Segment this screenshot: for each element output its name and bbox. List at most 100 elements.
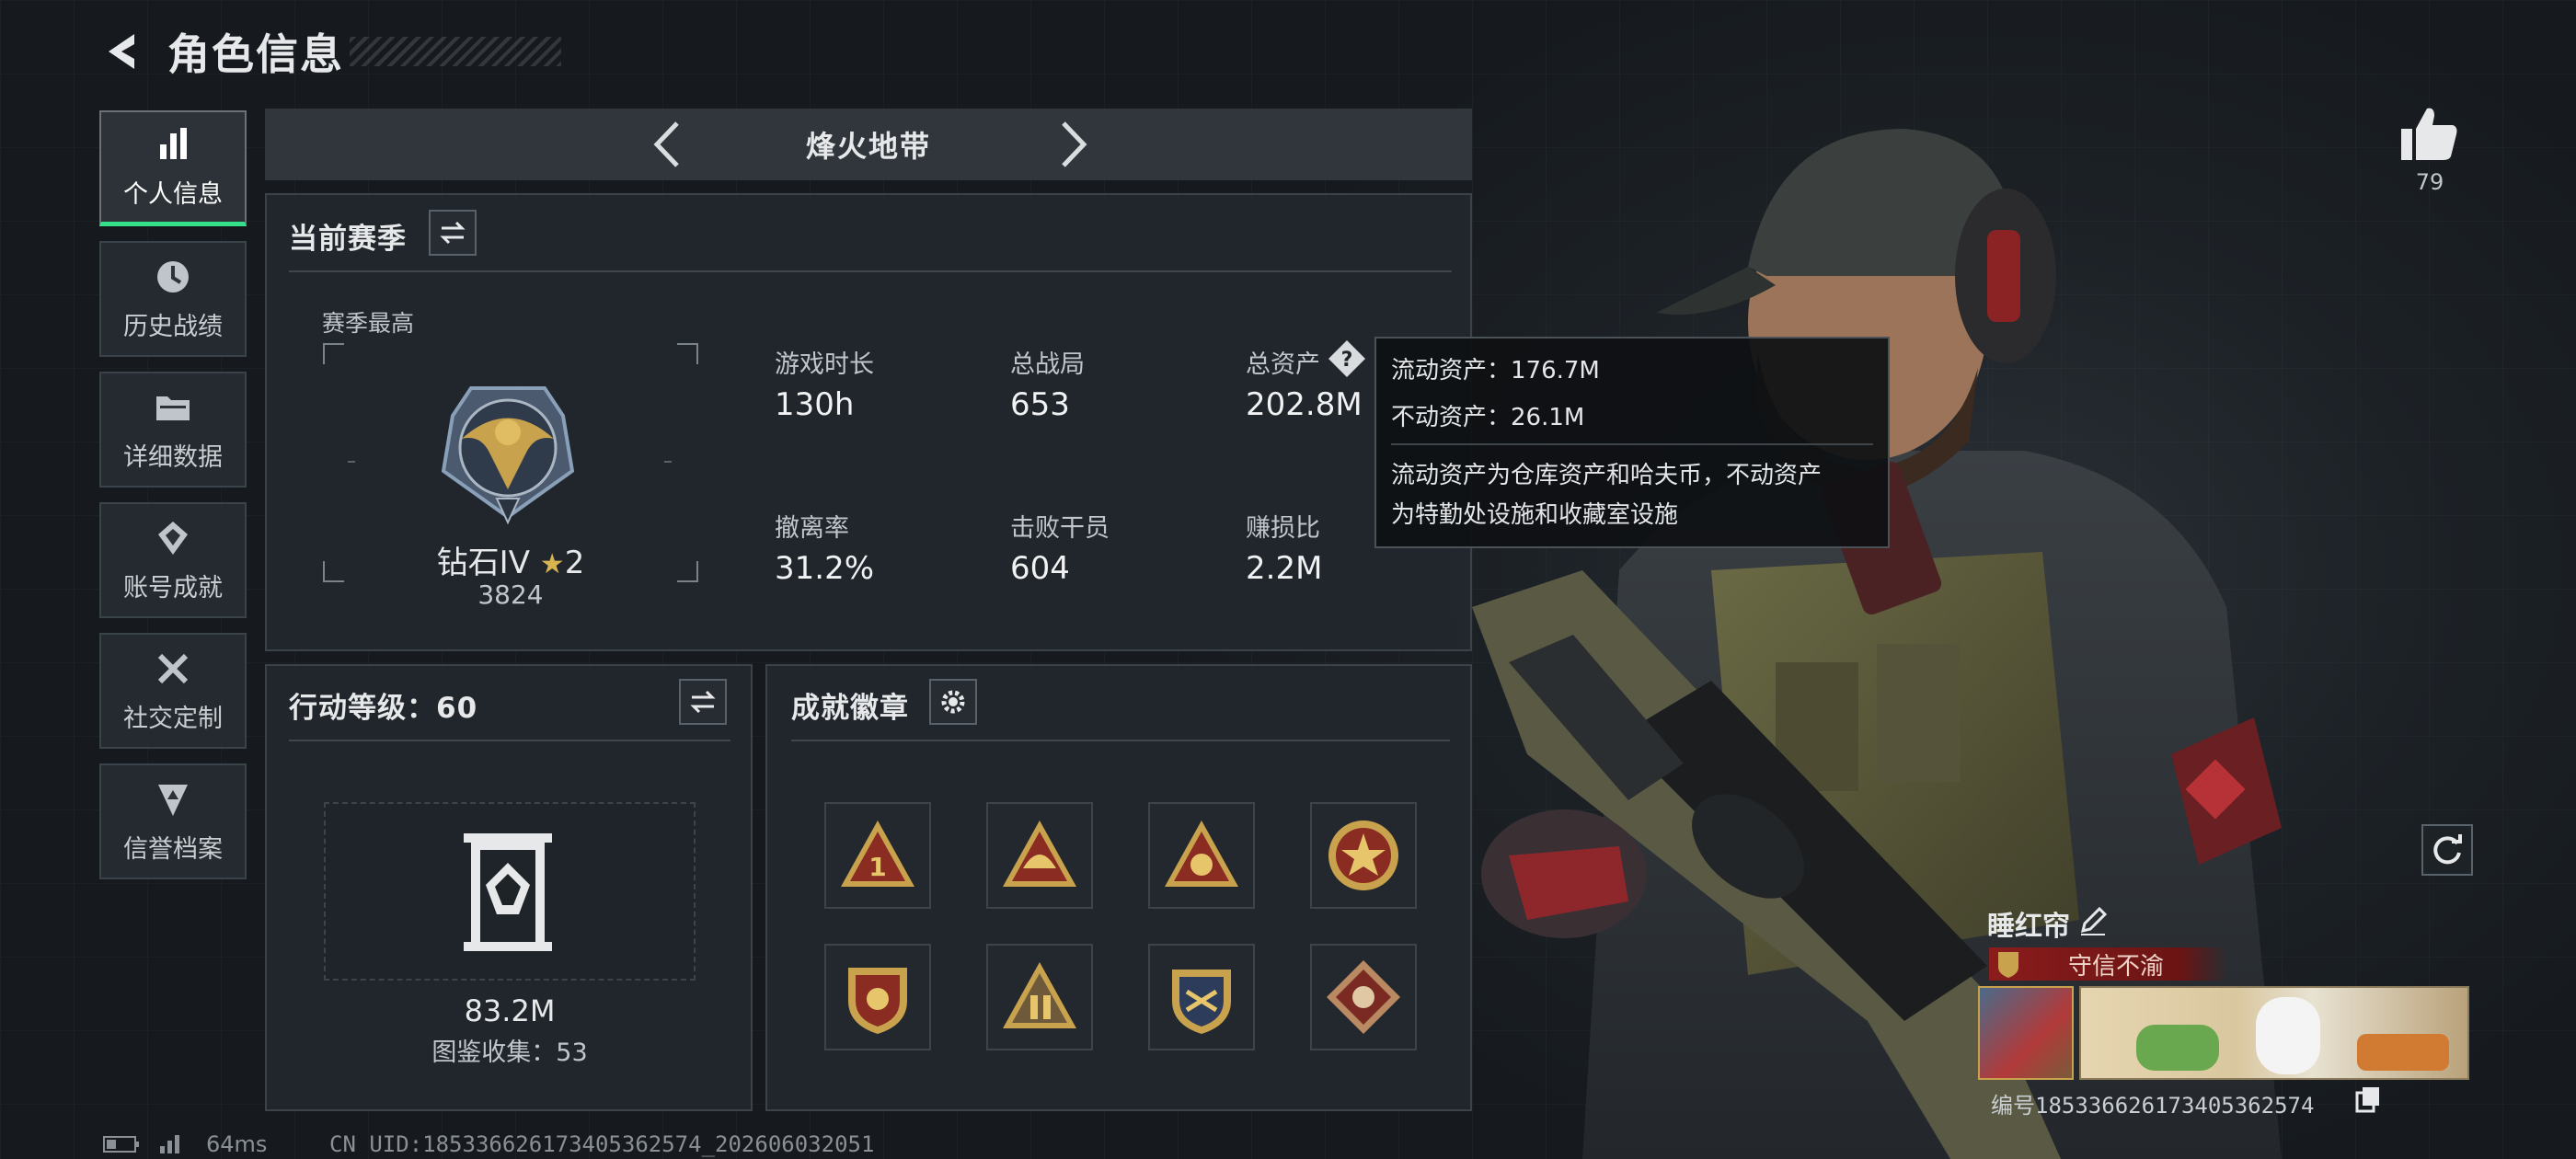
bar-chart-icon: [160, 128, 187, 159]
rank-name: 钻石IV: [436, 545, 530, 581]
sidebar-item-detailed-data[interactable]: 详细数据: [99, 372, 247, 488]
stat-value-playtime: 130h: [775, 386, 855, 423]
title-badge-text: 守信不渝: [2068, 952, 2165, 981]
tooltip-desc-line2: 为特勤处设施和收藏室设施: [1391, 501, 1679, 529]
divider: [289, 270, 1452, 272]
action-level-switch-button[interactable]: [679, 679, 727, 725]
profile-banner[interactable]: [2079, 986, 2469, 1080]
achievements-title: 成就徽章: [791, 692, 909, 725]
sidebar-item-history[interactable]: 历史战绩: [99, 241, 247, 357]
swap-icon: [690, 690, 716, 714]
stat-label-profit-ratio: 赚损比: [1246, 514, 1320, 543]
header: 角色信息: [101, 18, 344, 85]
sidebar-item-credit[interactable]: 信誉档案: [99, 763, 247, 879]
swap-icon: [440, 221, 466, 245]
title-decoration: [350, 37, 561, 66]
copy-icon[interactable]: [2355, 1085, 2381, 1113]
badge-crest-icon: [1172, 970, 1231, 1034]
achievement-badge-3[interactable]: [1148, 802, 1255, 909]
tools-icon: [157, 653, 189, 683]
chevron-right-icon[interactable]: [1047, 118, 1098, 171]
achievement-badge-5[interactable]: [824, 944, 931, 1050]
sidebar-item-label: 历史战绩: [123, 312, 223, 341]
sidebar-item-label: 账号成就: [123, 573, 223, 602]
achievement-badge-8[interactable]: [1310, 944, 1417, 1050]
divider: [791, 740, 1450, 741]
rank-stars: 2: [564, 545, 585, 581]
stat-value-extraction-rate: 31.2%: [775, 550, 875, 587]
title-badge: 守信不渝: [1989, 947, 2228, 981]
battery-icon: [103, 1136, 139, 1153]
edit-pencil-icon[interactable]: [2077, 905, 2109, 936]
achievement-badge-4[interactable]: [1310, 802, 1417, 909]
gear-icon: [941, 690, 965, 714]
achievement-badge-7[interactable]: [1148, 944, 1255, 1050]
folder-icon: [156, 396, 190, 420]
collection-cabinet-icon: [464, 833, 552, 951]
thumbs-up-icon[interactable]: [2399, 105, 2460, 162]
badge-soldiers-icon: [1003, 962, 1076, 1028]
season-best-label: 赛季最高: [322, 310, 415, 337]
achievements-settings-button[interactable]: [929, 679, 977, 725]
rank-name-row: 钻石IV ★2: [322, 537, 699, 582]
tooltip-liquid-assets: 流动资产：176.7M: [1391, 357, 1600, 384]
stat-label-kills: 击败干员: [1010, 514, 1110, 543]
back-arrow-icon[interactable]: [101, 29, 147, 75]
svg-text:1: 1: [868, 852, 886, 882]
tooltip-divider: [1391, 443, 1873, 445]
divider: [289, 740, 730, 741]
stat-value-total-assets: 202.8M: [1246, 386, 1363, 423]
sidebar-item-social[interactable]: 社交定制: [99, 633, 247, 749]
credit-shield-icon: [158, 784, 188, 816]
badge-diamond-icon: [1327, 960, 1400, 1034]
mode-title: 烽火地带: [805, 129, 931, 164]
stat-label-playtime: 游戏时长: [775, 350, 874, 379]
season-switch-button[interactable]: [429, 210, 477, 256]
uid-text: CN UID:18533662617340536257​4_2026060320…: [329, 1131, 875, 1157]
sidebar-item-label: 详细数据: [123, 442, 223, 472]
stat-label-total-matches: 总战局: [1010, 350, 1085, 379]
badge-helmet-icon: [1003, 820, 1076, 887]
page-title: 角色信息: [167, 29, 344, 79]
season-title: 当前赛季: [289, 223, 407, 256]
achievement-badge-2[interactable]: [986, 802, 1093, 909]
mode-selector: 烽火地带: [265, 109, 1472, 180]
sidebar-item-achievements[interactable]: 账号成就: [99, 502, 247, 618]
stat-value-kills: 604: [1010, 550, 1070, 587]
player-id: 编号18533662617340536257​4: [1991, 1093, 2315, 1119]
title-emblem-icon: [1998, 952, 2018, 978]
clock-icon: [157, 260, 189, 293]
assets-tooltip: 流动资产：176.7M 不动资产：26.1M 流动资产为仓库资产和哈夫币，不动资…: [1374, 337, 1890, 548]
badge-triangle-number-icon: 1: [841, 820, 914, 887]
sidebar-item-label: 信誉档案: [123, 834, 223, 864]
sidebar-item-label: 个人信息: [123, 180, 223, 209]
refresh-icon: [2433, 834, 2462, 865]
rank-emblem-icon: [441, 386, 575, 525]
player-name: 睡红帘: [1987, 911, 2070, 943]
achievement-badge-1[interactable]: 1: [824, 802, 931, 909]
stat-label-extraction-rate: 撤离率: [775, 514, 849, 543]
svg-text:?: ?: [1341, 349, 1353, 372]
like-count: 79: [2415, 169, 2444, 195]
tooltip-desc-line1: 流动资产为仓库资产和哈夫币，不动资产: [1391, 462, 1823, 489]
help-icon[interactable]: ?: [1327, 339, 1367, 379]
star-icon: ★: [539, 548, 565, 580]
sidebar-item-personal-info[interactable]: 个人信息: [99, 110, 247, 226]
achievement-icon: [158, 521, 188, 555]
sidebar: 个人信息 历史战绩 详细数据 账号成就 社交定制 信誉档案: [99, 110, 247, 894]
stat-label-total-assets: 总资产: [1246, 350, 1320, 379]
avatar-frame[interactable]: [1978, 986, 2074, 1080]
achievement-badge-6[interactable]: [986, 944, 1093, 1050]
badge-flower-icon: [1165, 820, 1238, 887]
badge-star-medal-icon: [1328, 820, 1398, 890]
tooltip-fixed-assets: 不动资产：26.1M: [1391, 404, 1585, 431]
ping-text: 64ms: [206, 1131, 268, 1157]
chevron-left-icon[interactable]: [642, 118, 694, 171]
action-level-title: 行动等级：60: [289, 692, 478, 725]
signal-icon: [160, 1135, 179, 1153]
refresh-button[interactable]: [2421, 824, 2473, 876]
stat-value-profit-ratio: 2.2M: [1246, 550, 1323, 587]
sidebar-item-label: 社交定制: [123, 704, 223, 733]
rank-score: 3824: [477, 580, 544, 610]
badge-shield-icon: [848, 968, 907, 1034]
